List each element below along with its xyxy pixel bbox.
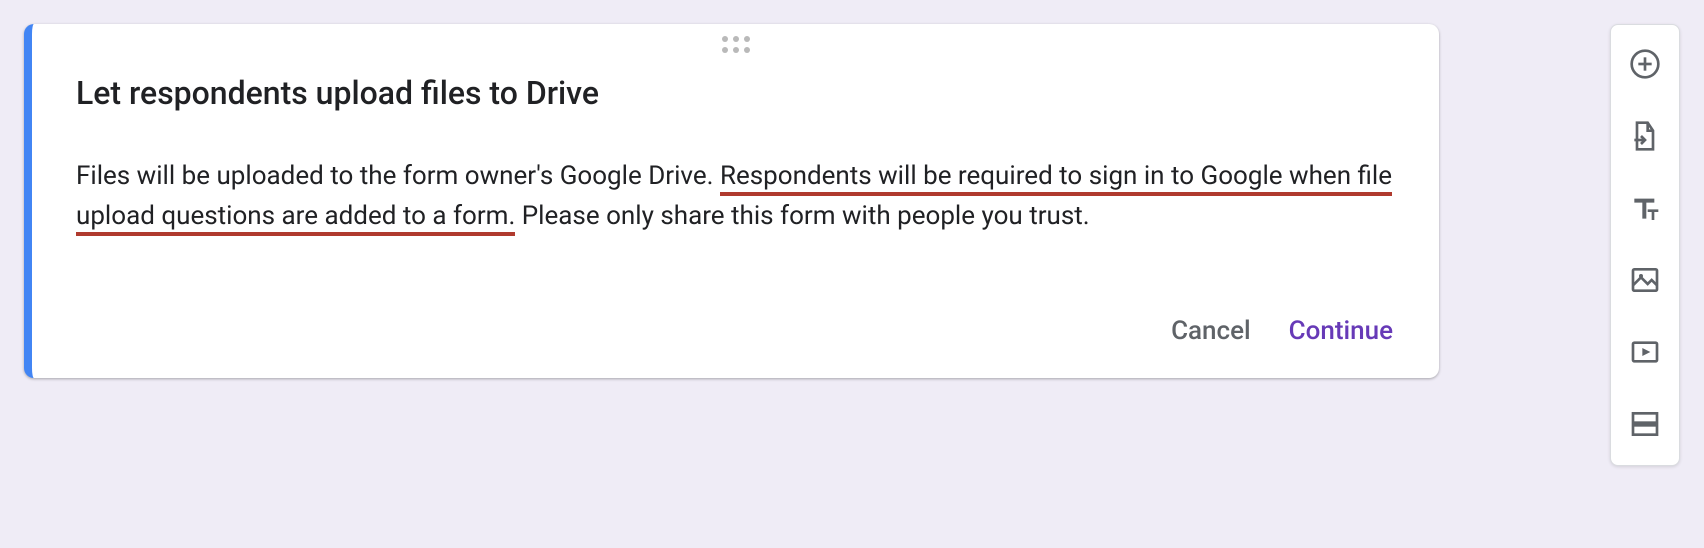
add-section-button[interactable] [1625,405,1665,445]
card-body-plain: Files will be uploaded to the form owner… [76,161,720,191]
button-row: Cancel Continue [1169,312,1395,350]
image-icon [1629,264,1661,299]
drag-handle-icon[interactable] [722,36,750,53]
section-icon [1629,408,1661,443]
video-icon [1629,336,1661,371]
text-icon [1629,192,1661,227]
plus-circle-icon [1629,48,1661,83]
add-video-button[interactable] [1625,333,1665,373]
card-body: Files will be uploaded to the form owner… [76,156,1395,236]
add-image-button[interactable] [1625,261,1665,301]
import-questions-button[interactable] [1625,117,1665,157]
cancel-button[interactable]: Cancel [1169,312,1253,350]
import-file-icon [1629,120,1661,155]
continue-button[interactable]: Continue [1287,312,1395,350]
file-upload-permission-card: Let respondents upload files to Drive Fi… [24,24,1439,378]
card-title: Let respondents upload files to Drive [76,74,1395,112]
question-toolbar [1610,24,1680,466]
card-body-tail: Please only share this form with people … [515,201,1089,231]
add-question-button[interactable] [1625,45,1665,85]
add-title-button[interactable] [1625,189,1665,229]
